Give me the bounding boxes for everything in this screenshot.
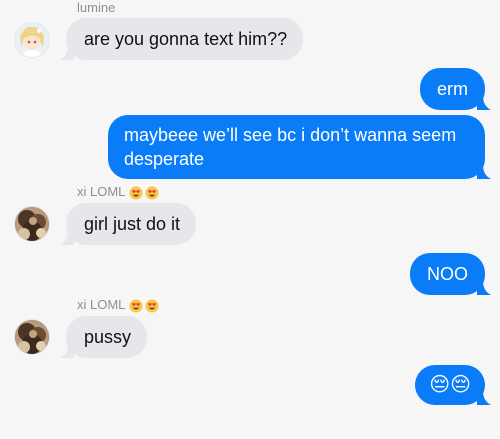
bubble-tail	[60, 231, 74, 245]
photo-avatar-icon	[15, 320, 49, 354]
sender-name-text: xi LOML	[77, 184, 125, 199]
message-bubble-outgoing[interactable]: maybeee we’ll see bc i don’t wanna seem …	[108, 115, 491, 179]
bubble-tail	[477, 391, 491, 405]
bubble-tail	[477, 165, 491, 179]
message-text: are you gonna text him??	[84, 29, 288, 49]
bubble-tail	[477, 96, 491, 110]
anime-avatar-icon	[15, 23, 49, 57]
message-bubble-outgoing[interactable]: NOO	[409, 253, 491, 295]
photo-avatar-icon	[15, 207, 49, 241]
message-text: erm	[437, 79, 468, 99]
heart-eyes-emoji-icon	[129, 299, 159, 313]
bubble-tail	[60, 344, 74, 358]
message-bubble-outgoing[interactable]: 😔😔	[415, 365, 491, 405]
xi-avatar[interactable]	[15, 207, 49, 241]
message-bubble-outgoing[interactable]: erm	[420, 68, 491, 110]
message-bubble-incoming[interactable]: are you gonna text him??	[60, 18, 304, 60]
lumine-avatar[interactable]	[15, 23, 49, 57]
message-text: NOO	[426, 264, 468, 284]
sender-name-xi: xi LOML	[77, 297, 159, 313]
sender-name-lumine: lumine	[77, 0, 116, 15]
bubble-tail	[477, 281, 491, 295]
xi-avatar[interactable]	[15, 320, 49, 354]
message-bubble-incoming[interactable]: pussy	[60, 316, 148, 358]
bubble-tail	[60, 46, 74, 60]
message-bubble-incoming[interactable]: girl just do it	[60, 203, 197, 245]
message-text: pussy	[84, 327, 132, 347]
heart-eyes-emoji-icon	[129, 186, 159, 200]
sender-name-xi: xi LOML	[77, 184, 159, 200]
sender-name-text: xi LOML	[77, 297, 125, 312]
message-text: girl just do it	[84, 214, 181, 234]
message-text: maybeee we’ll see bc i don’t wanna seem …	[124, 125, 457, 169]
message-text: 😔😔	[429, 374, 471, 396]
